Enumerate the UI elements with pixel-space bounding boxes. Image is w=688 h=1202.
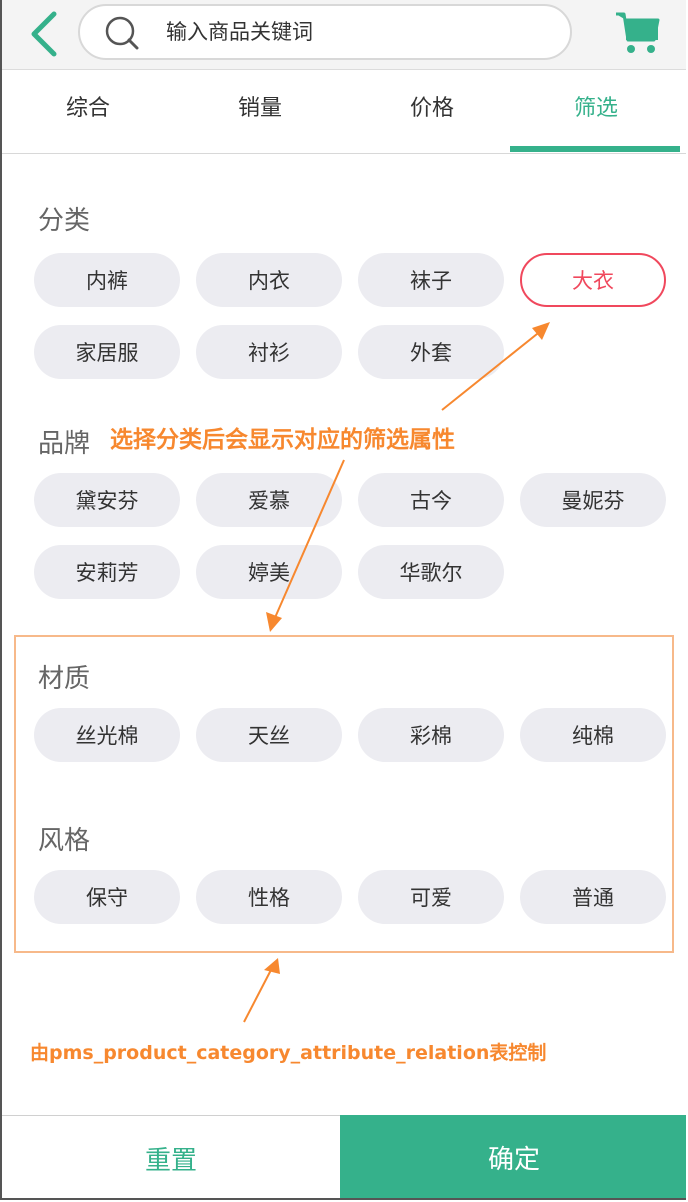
active-tab-indicator [510,146,680,152]
category-chip[interactable]: 内衣 [196,253,342,307]
annotation-note-table: 由pms_product_category_attribute_relation… [30,1042,547,1064]
annotation-arrows [243,322,550,1023]
category-chip[interactable]: 袜子 [358,253,504,307]
sort-tabs: 综合 销量 价格 筛选 [2,70,686,154]
search-input[interactable] [166,6,546,58]
app-frame: 综合 销量 价格 筛选 分类 内裤 内衣 袜子 大衣 家居服 衬衫 外套 品牌 … [0,0,686,1200]
tab-filter[interactable]: 筛选 [510,70,682,153]
category-chip[interactable]: 家居服 [34,325,180,379]
chevron-left-icon [31,11,57,57]
style-chip[interactable]: 性格 [196,870,342,924]
tab-price[interactable]: 价格 [346,70,518,153]
style-chip[interactable]: 可爱 [358,870,504,924]
brand-chip[interactable]: 安莉芳 [34,545,180,599]
brand-title: 品牌 [38,429,91,459]
style-chip[interactable]: 保守 [34,870,180,924]
category-chip[interactable]: 衬衫 [196,325,342,379]
tab-sales[interactable]: 销量 [174,70,346,153]
category-title: 分类 [38,206,91,236]
reset-button[interactable]: 重置 [2,1115,340,1198]
annotation-note-attributes: 选择分类后会显示对应的筛选属性 [110,427,455,453]
style-title: 风格 [38,826,91,856]
back-button[interactable] [24,6,64,62]
material-chip[interactable]: 丝光棉 [34,708,180,762]
brand-chip[interactable]: 古今 [358,473,504,527]
material-title: 材质 [38,664,91,694]
cart-button[interactable] [614,8,662,56]
material-chip[interactable]: 纯棉 [520,708,666,762]
brand-chip[interactable]: 婷美 [196,545,342,599]
material-chip[interactable]: 天丝 [196,708,342,762]
category-chip[interactable]: 外套 [358,325,504,379]
search-icon [105,16,139,50]
style-chip[interactable]: 普通 [520,870,666,924]
brand-chip[interactable]: 爱慕 [196,473,342,527]
category-chip[interactable]: 内裤 [34,253,180,307]
brand-chip[interactable]: 华歌尔 [358,545,504,599]
footer-actions: 重置 确定 [2,1115,686,1198]
category-chip-selected[interactable]: 大衣 [520,253,666,307]
confirm-button[interactable]: 确定 [340,1115,686,1198]
brand-chip[interactable]: 曼妮芬 [520,473,666,527]
brand-chip[interactable]: 黛安芬 [34,473,180,527]
tab-comprehensive[interactable]: 综合 [2,70,174,153]
search-box[interactable] [78,4,572,60]
top-bar [2,0,686,70]
cart-icon [616,12,660,53]
material-chip[interactable]: 彩棉 [358,708,504,762]
